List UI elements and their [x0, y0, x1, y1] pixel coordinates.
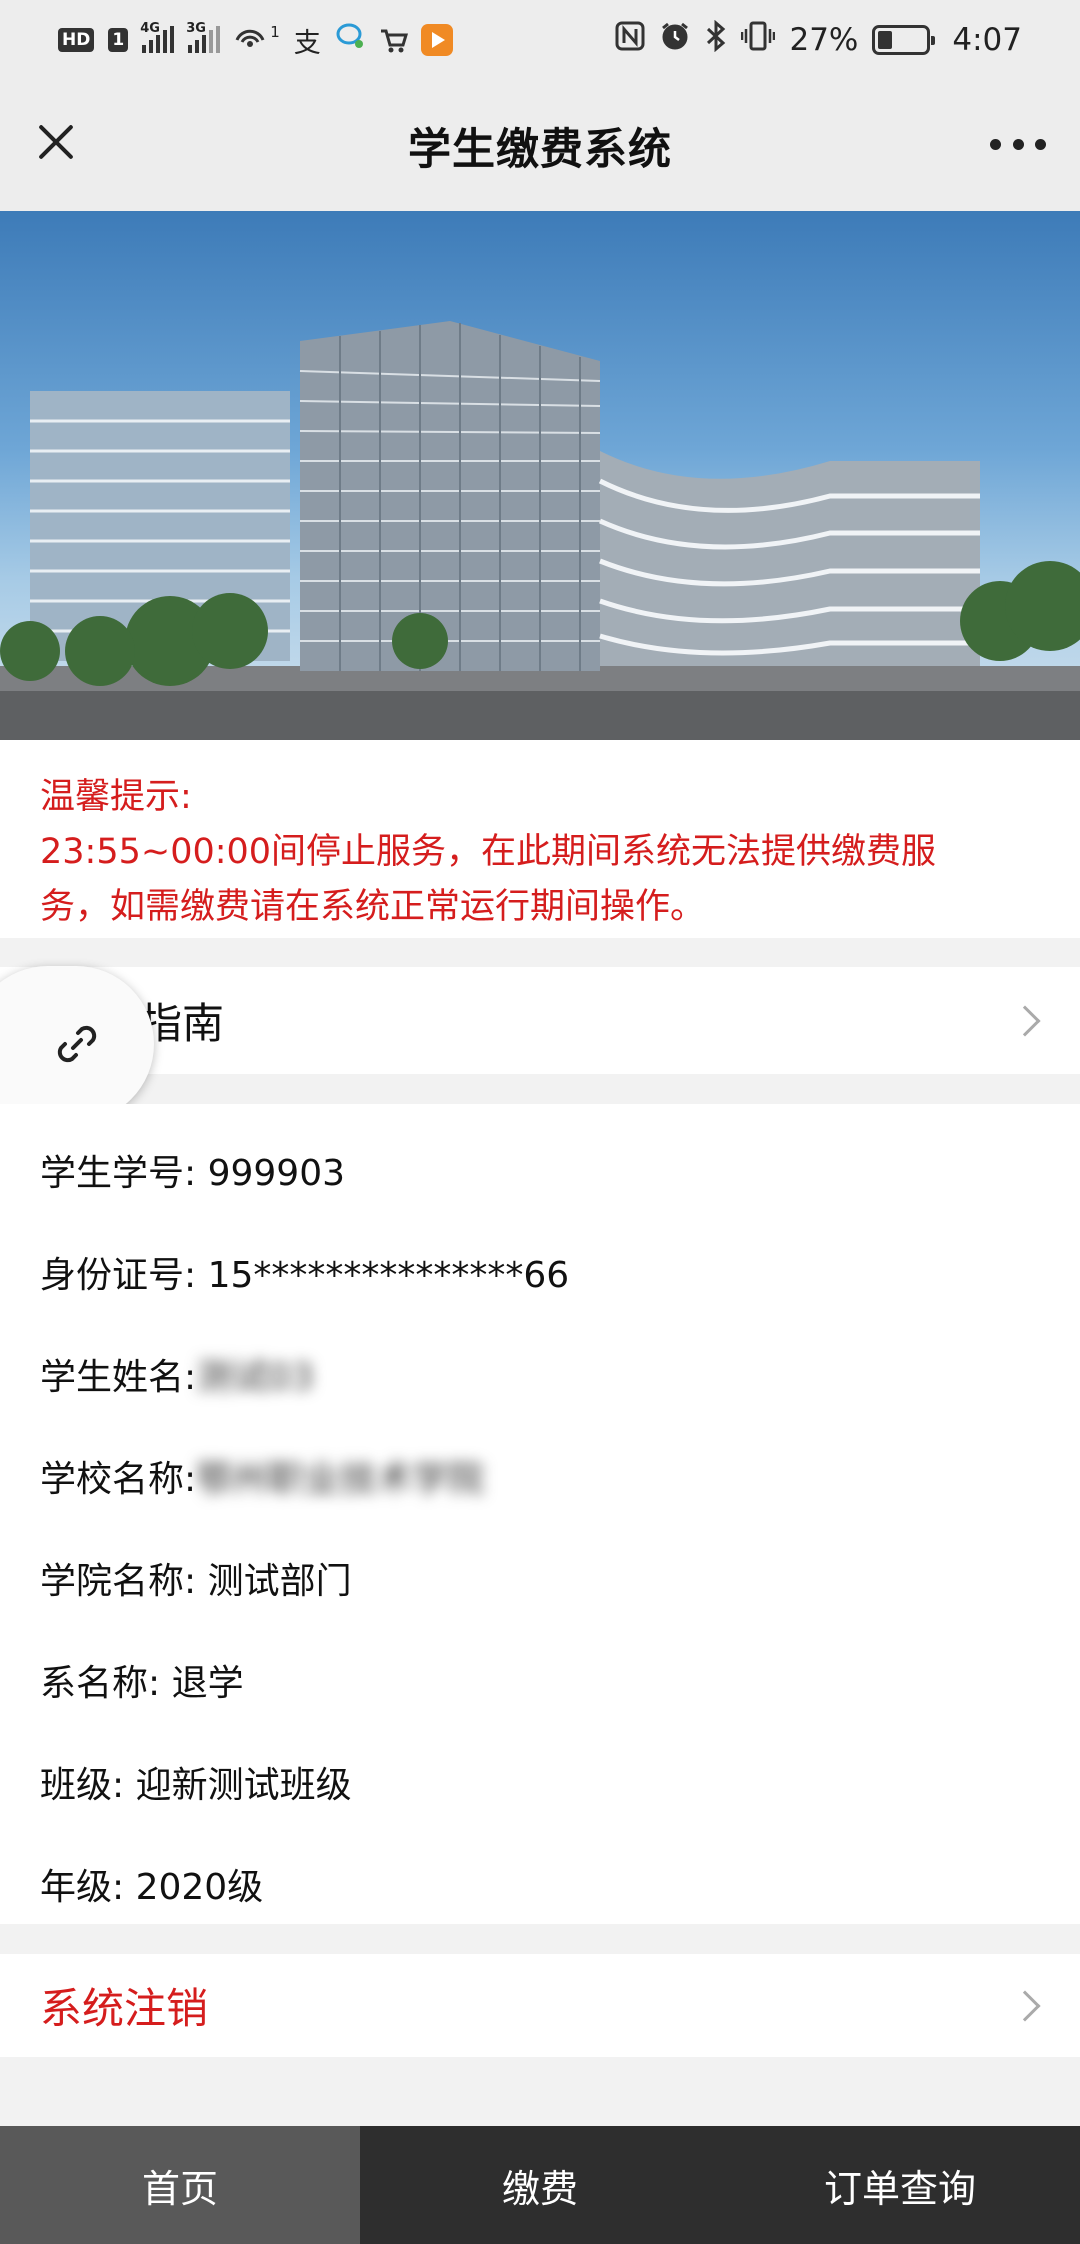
- chevron-right-icon: [1009, 1004, 1041, 1037]
- student-name-row: 学生姓名: 测试03: [0, 1348, 1080, 1450]
- student-id-row: 学生学号: 999903: [40, 1153, 345, 1194]
- clock-time: 4:07: [952, 22, 1022, 58]
- chevron-right-icon: [1009, 1989, 1041, 2022]
- notice-line-1: 23:55~00:00间停止服务，在此期间系统无法提供缴费服: [40, 832, 937, 872]
- video-app-icon: [420, 24, 453, 56]
- logout-label: 系统注销: [40, 1984, 209, 2033]
- service-notice: 温馨提示: 23:55~00:00间停止服务，在此期间系统无法提供缴费服 务，如…: [0, 740, 1080, 938]
- class-row: 班级: 迎新测试班级: [40, 1765, 352, 1806]
- status-left: HD 1 4G 3G 1 支: [58, 21, 453, 60]
- student-name-label: 学生姓名:: [40, 1357, 197, 1398]
- vibrate-icon: [741, 20, 776, 60]
- college-name-row: 学院名称: 测试部门: [40, 1561, 352, 1602]
- page-title: 学生缴费系统: [408, 124, 672, 175]
- hotspot-count: 1: [270, 23, 280, 41]
- title-bar: 学生缴费系统: [0, 80, 1080, 211]
- alarm-icon: [659, 20, 691, 60]
- school-name-value: 鄂州职业技术学院: [196, 1459, 485, 1500]
- department-name-row: 系名称: 退学: [40, 1663, 244, 1704]
- link-icon: [57, 1025, 97, 1063]
- logout-cell[interactable]: 系统注销: [0, 1954, 1080, 2057]
- grade-row: 年级: 2020级: [40, 1867, 264, 1908]
- floating-link-button[interactable]: [0, 966, 154, 1122]
- more-options-icon[interactable]: [990, 136, 1046, 152]
- bluetooth-icon: [705, 19, 727, 60]
- campus-banner-image: [0, 211, 1080, 740]
- status-right: 27% 4:07: [615, 19, 1022, 60]
- signal-icon-4g: 4G: [140, 21, 175, 53]
- alipay-icon: 支: [293, 27, 321, 59]
- school-name-label: 学校名称:: [40, 1459, 197, 1500]
- network-type-label: 4G: [140, 21, 160, 36]
- student-name-value: 测试03: [196, 1357, 314, 1398]
- tab-payment[interactable]: 缴费: [360, 2126, 720, 2244]
- hd-badge: HD: [58, 28, 95, 52]
- status-bar: HD 1 4G 3G 1 支 27% 4:07: [0, 0, 1080, 80]
- notice-line-2: 务，如需缴费请在系统正常运行期间操作。: [40, 887, 706, 927]
- signal-icon-3g: 3G: [186, 21, 221, 53]
- school-name-row: 学校名称: 鄂州职业技术学院: [0, 1450, 1080, 1552]
- cart-icon: [379, 27, 408, 53]
- chat-icon: [335, 22, 365, 58]
- notice-heading: 温馨提示:: [40, 777, 192, 817]
- battery-icon: [872, 25, 936, 55]
- nfc-icon: [615, 21, 645, 59]
- bottom-tab-bar: 首页 缴费 订单查询: [0, 2126, 1080, 2244]
- tab-home[interactable]: 首页: [0, 2126, 360, 2244]
- student-info-panel: 学生学号: 999903 身份证号: 15***************66 学…: [0, 1104, 1080, 1924]
- id-card-row: 身份证号: 15***************66: [40, 1255, 570, 1296]
- network-type-label: 3G: [186, 21, 206, 36]
- battery-percent: 27%: [789, 22, 859, 58]
- close-icon[interactable]: [30, 116, 82, 168]
- sim-badge: 1: [108, 28, 129, 52]
- hotspot-icon: [234, 22, 270, 59]
- tab-order-query[interactable]: 订单查询: [720, 2126, 1080, 2244]
- guide-cell[interactable]: 指南: [0, 967, 1080, 1074]
